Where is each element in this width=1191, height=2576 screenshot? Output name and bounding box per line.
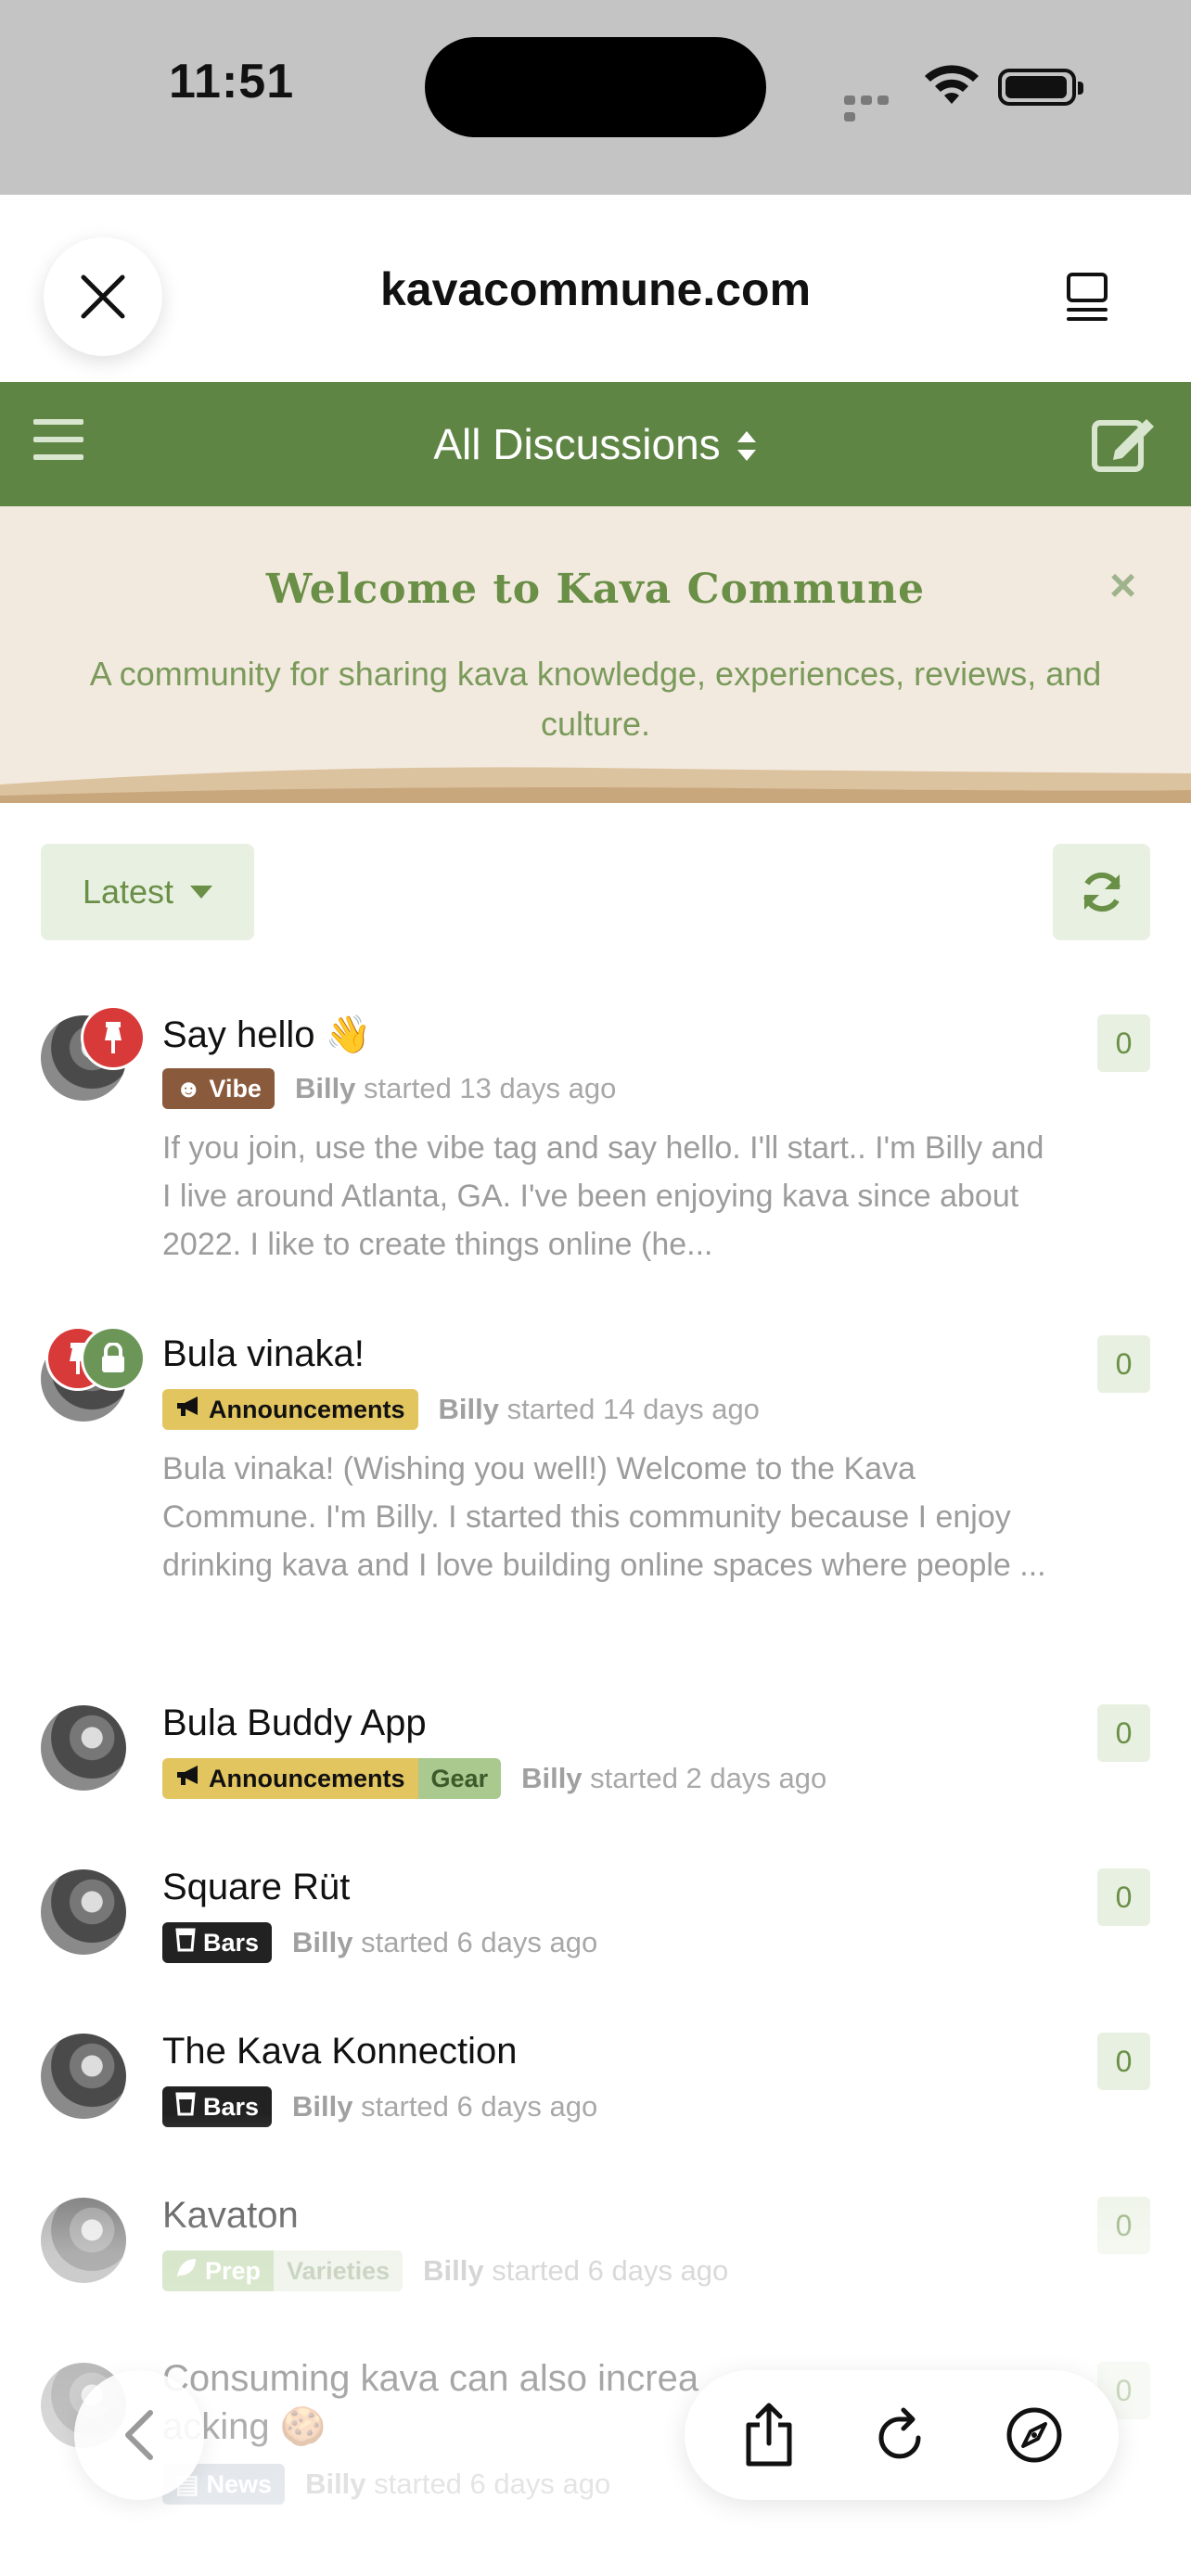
sort-label: Latest — [82, 873, 174, 911]
discussion-title[interactable]: Say hello 👋 — [162, 1013, 371, 1056]
megaphone-icon — [175, 1765, 201, 1793]
started-time: started 2 days ago — [590, 1762, 827, 1794]
author-name[interactable]: Billy — [295, 1072, 355, 1105]
discussions-filter-select[interactable]: All Discussions — [0, 419, 1191, 473]
dynamic-island — [425, 37, 766, 137]
hero-title: Welcome to Kava Commune — [265, 566, 926, 613]
sort-caret-icon — [736, 423, 758, 473]
discussion-title[interactable]: Bula vinaka! — [162, 1333, 365, 1375]
reply-count: 0 — [1097, 1014, 1150, 1072]
reply-count: 0 — [1097, 1335, 1150, 1393]
beer-glass-icon — [175, 2092, 196, 2123]
share-icon — [746, 2403, 792, 2467]
signal-dots-icon — [844, 93, 909, 121]
leaf-icon — [175, 2257, 198, 2286]
reload-button[interactable] — [860, 2393, 943, 2477]
started-time: started 6 days ago — [492, 2254, 729, 2287]
author-name[interactable]: Billy — [292, 2090, 352, 2123]
tag-announcements[interactable]: Announcements — [162, 1389, 418, 1430]
tag-bars[interactable]: Bars — [162, 1922, 273, 1963]
discussion-excerpt: If you join, use the vibe tag and say he… — [162, 1130, 1044, 1262]
reply-count: 0 — [1097, 2197, 1150, 2254]
started-time: started 13 days ago — [364, 1072, 617, 1104]
compass-icon — [1006, 2407, 1062, 2463]
discussion-title[interactable]: Consuming kava can also increa acking 🍪 — [162, 2354, 698, 2451]
share-button[interactable] — [727, 2393, 811, 2477]
reply-count: 0 — [1097, 2033, 1150, 2090]
megaphone-icon — [175, 1396, 201, 1424]
tag-varieties[interactable]: Varieties — [274, 2251, 403, 2291]
avatar[interactable] — [41, 2198, 126, 2283]
wifi-icon — [922, 63, 981, 110]
avatar[interactable] — [41, 1869, 126, 1955]
scroll-fade-overlay — [0, 2114, 1191, 2576]
back-chevron-icon — [125, 2410, 153, 2460]
compass-button[interactable] — [992, 2393, 1076, 2477]
tag-vibe[interactable]: ☻ Vibe — [162, 1068, 275, 1109]
browser-toolbar — [685, 2370, 1119, 2500]
hero-wave — [0, 767, 1191, 803]
discussion-excerpt: Bula vinaka! (Wishing you well!) Welcome… — [162, 1451, 1046, 1583]
started-time: started 14 days ago — [506, 1393, 760, 1425]
hero-close-icon[interactable]: × — [1109, 558, 1136, 612]
discussion-title[interactable]: The Kava Konnection — [162, 2031, 517, 2072]
sort-latest-button[interactable]: Latest — [41, 844, 254, 940]
author-name[interactable]: Billy — [423, 2254, 483, 2288]
reload-icon — [878, 2407, 921, 2459]
started-time: started 6 days ago — [361, 1926, 598, 1958]
tag-announcements[interactable]: Announcements — [162, 1758, 418, 1799]
tag-bars[interactable]: Bars — [162, 2086, 273, 2127]
tag-prep[interactable]: Prep — [162, 2251, 275, 2291]
status-time: 11:51 — [169, 55, 295, 108]
refresh-icon — [1082, 872, 1121, 912]
hero-subtitle: A community for sharing kava knowledge, … — [89, 655, 1102, 743]
discussion-title[interactable]: Bula Buddy App — [162, 1702, 427, 1744]
avatar[interactable] — [41, 1705, 126, 1791]
refresh-button[interactable] — [1053, 844, 1150, 940]
discussion-title[interactable]: Kavaton — [162, 2195, 299, 2237]
nav-title: All Discussions — [433, 420, 721, 468]
started-time: started 6 days ago — [374, 2468, 611, 2500]
reply-count: 0 — [1097, 1868, 1150, 1926]
battery-icon — [998, 69, 1083, 106]
pin-icon — [83, 1008, 143, 1067]
author-name[interactable]: Billy — [292, 1926, 352, 1959]
started-time: started 6 days ago — [361, 2090, 598, 2123]
author-name[interactable]: Billy — [521, 1762, 582, 1795]
chevron-down-icon — [190, 886, 213, 899]
compose-icon[interactable] — [1091, 414, 1158, 478]
avatar[interactable] — [41, 2034, 126, 2119]
author-name[interactable]: Billy — [439, 1393, 499, 1426]
discussion-title[interactable]: Square Rüt — [162, 1867, 350, 1908]
tabs-icon[interactable] — [1065, 269, 1111, 329]
author-name[interactable]: Billy — [305, 2468, 365, 2501]
beer-glass-icon — [175, 1928, 196, 1958]
browser-domain: kavacommune.com — [379, 263, 812, 315]
tag-gear[interactable]: Gear — [417, 1758, 502, 1799]
lock-icon — [83, 1329, 143, 1388]
reply-count: 0 — [1097, 1704, 1150, 1762]
back-button[interactable] — [74, 2370, 204, 2500]
smiley-icon: ☻ — [175, 1074, 202, 1103]
